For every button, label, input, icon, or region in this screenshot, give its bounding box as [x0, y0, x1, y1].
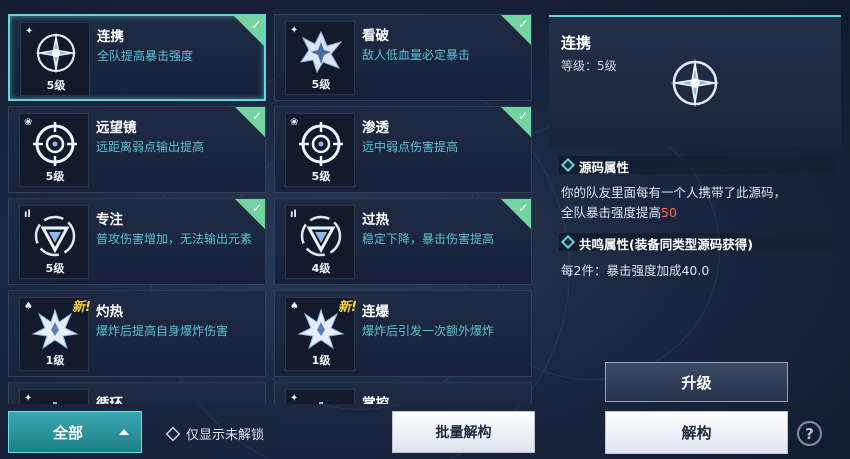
resonance-attribute-text: 每2件：暴击强度加成40.0 — [561, 263, 710, 278]
check-icon: ✓ — [517, 201, 528, 215]
chevron-up-icon — [119, 429, 129, 435]
source-line-2-prefix: 全队暴击强度提高 — [561, 205, 662, 220]
card-title: 过热 — [362, 212, 389, 228]
card-thumbnail: ❀ 5级 — [19, 113, 89, 187]
toggle-label: 仅显示未解锁 — [186, 428, 265, 443]
card-thumbnail: ♠ 新! 1级 — [19, 297, 91, 371]
card-title: 看破 — [362, 28, 389, 44]
control-icon — [319, 402, 323, 404]
card-description: 爆炸后引发一次额外爆炸 — [362, 324, 495, 338]
bonus-value: 50 — [661, 205, 677, 220]
filter-dropdown[interactable]: 全部 — [8, 411, 142, 453]
bulk-deconstruct-button[interactable]: 批量解构 — [392, 411, 535, 453]
check-icon: ✓ — [251, 201, 262, 215]
explosion-icon — [297, 308, 345, 350]
detail-level: 等级：5级 — [561, 59, 617, 73]
card-description: 远距离弱点输出提高 — [96, 140, 205, 154]
card-level: 5级 — [311, 170, 331, 183]
card-level: 4级 — [311, 262, 331, 275]
card-title: 连爆 — [362, 304, 389, 320]
code-card-zhangkong[interactable]: ✦ 掌控 — [274, 382, 532, 404]
card-thumbnail: ✦ 5级 — [285, 21, 355, 95]
rank-badge: ıl — [290, 209, 297, 220]
crosshair-icon — [299, 122, 343, 166]
check-icon: ✓ — [251, 109, 262, 123]
source-attribute-header: 源码属性 — [559, 156, 834, 175]
triangle-target-icon — [34, 215, 76, 257]
card-level: 5级 — [45, 170, 65, 183]
cycle-icon — [53, 402, 57, 404]
card-level: 5级 — [311, 78, 331, 91]
card-thumbnail: ♠ 新! 1级 — [285, 297, 357, 371]
source-attribute-text: 你的队友里面每有一个人携带了此源码， 全队暴击强度提高50 — [561, 183, 836, 223]
compass-star-icon — [670, 58, 720, 108]
source-line-1: 你的队友里面每有一个人携带了此源码， — [561, 185, 787, 200]
card-description: 远中弱点伤害提高 — [362, 140, 459, 154]
diamond-icon — [560, 234, 576, 250]
code-card-zhuanzhu[interactable]: ıl 5级 专注 普攻伤害增加，无法输出元素 ✓ — [8, 198, 266, 285]
card-thumbnail: ❀ 5级 — [285, 113, 355, 187]
compass-star-icon — [35, 32, 77, 74]
diamond-icon — [560, 157, 576, 173]
card-title: 连携 — [97, 29, 124, 45]
card-description: 敌人低血量必定暴击 — [362, 48, 471, 62]
code-card-guore[interactable]: ıl 4级 过热 稳定下降，暴击伤害提高 ✓ — [274, 198, 532, 285]
upgrade-button[interactable]: 升级 — [605, 362, 788, 402]
check-icon: ✓ — [250, 18, 261, 32]
card-title: 循环 — [96, 396, 123, 404]
code-card-zhuore[interactable]: ♠ 新! 1级 灼热 爆炸后提高自身爆炸伤害 — [8, 290, 266, 377]
card-title: 掌控 — [362, 396, 389, 404]
card-title: 灼热 — [96, 304, 123, 320]
detail-title: 连携 — [561, 34, 592, 52]
section-label: 共鸣属性(装备同类型源码获得) — [579, 237, 753, 252]
card-description: 全队提高暴击强度 — [97, 49, 194, 63]
card-thumbnail: ✦ — [285, 389, 355, 404]
card-description: 爆炸后提高自身爆炸伤害 — [96, 324, 229, 338]
rank-badge: ıl — [24, 209, 31, 220]
code-card-xunhuan[interactable]: ✦ 循环 — [8, 382, 266, 404]
detail-header: 连携 等级：5级 — [549, 15, 841, 147]
code-card-lianbao[interactable]: ♠ 新! 1级 连爆 爆炸后引发一次额外爆炸 — [274, 290, 532, 377]
code-grid: ✦ 5级 连携 全队提高暴击强度 ✓ ✦ 5级 看破 敌人低血量必定暴击 ✓ ❀… — [8, 14, 534, 404]
deconstruct-button[interactable]: 解构 — [605, 411, 788, 454]
code-card-lianxie[interactable]: ✦ 5级 连携 全队提高暴击强度 ✓ — [8, 14, 266, 101]
code-card-shentou[interactable]: ❀ 5级 渗透 远中弱点伤害提高 ✓ — [274, 106, 532, 193]
card-thumbnail: ✦ — [19, 389, 89, 404]
check-icon: ✓ — [517, 17, 528, 31]
card-title: 远望镜 — [96, 120, 137, 136]
card-level: 1级 — [311, 354, 331, 367]
show-locked-toggle[interactable]: 仅显示未解锁 — [165, 424, 265, 443]
crack-burst-icon — [299, 30, 343, 74]
card-level: 5级 — [45, 262, 65, 275]
source-line-2: 全队暴击强度提高50 — [561, 203, 836, 223]
code-card-yuanwangjing[interactable]: ❀ 5级 远望镜 远距离弱点输出提高 ✓ — [8, 106, 266, 193]
card-level: 5级 — [46, 79, 66, 92]
card-title: 渗透 — [362, 120, 389, 136]
section-label: 源码属性 — [579, 160, 630, 175]
card-level: 1级 — [45, 354, 65, 367]
card-description: 普攻伤害增加，无法输出元素 — [96, 232, 253, 246]
check-icon: ✓ — [517, 109, 528, 123]
card-thumbnail: ıl 5级 — [19, 205, 89, 279]
triangle-target-icon — [300, 215, 342, 257]
card-thumbnail: ıl 4级 — [285, 205, 355, 279]
code-card-kanpo[interactable]: ✦ 5级 看破 敌人低血量必定暴击 ✓ — [274, 14, 532, 101]
toggle-checkbox-icon[interactable] — [165, 426, 181, 441]
filter-label: 全部 — [53, 423, 84, 442]
explosion-icon — [31, 308, 79, 350]
help-icon[interactable]: ? — [797, 421, 822, 446]
card-thumbnail: ✦ 5级 — [20, 22, 90, 96]
card-title: 专注 — [96, 212, 123, 228]
card-description: 稳定下降，暴击伤害提高 — [362, 232, 495, 246]
crosshair-icon — [33, 122, 77, 166]
resonance-attribute-header: 共鸣属性(装备同类型源码获得) — [559, 233, 834, 252]
